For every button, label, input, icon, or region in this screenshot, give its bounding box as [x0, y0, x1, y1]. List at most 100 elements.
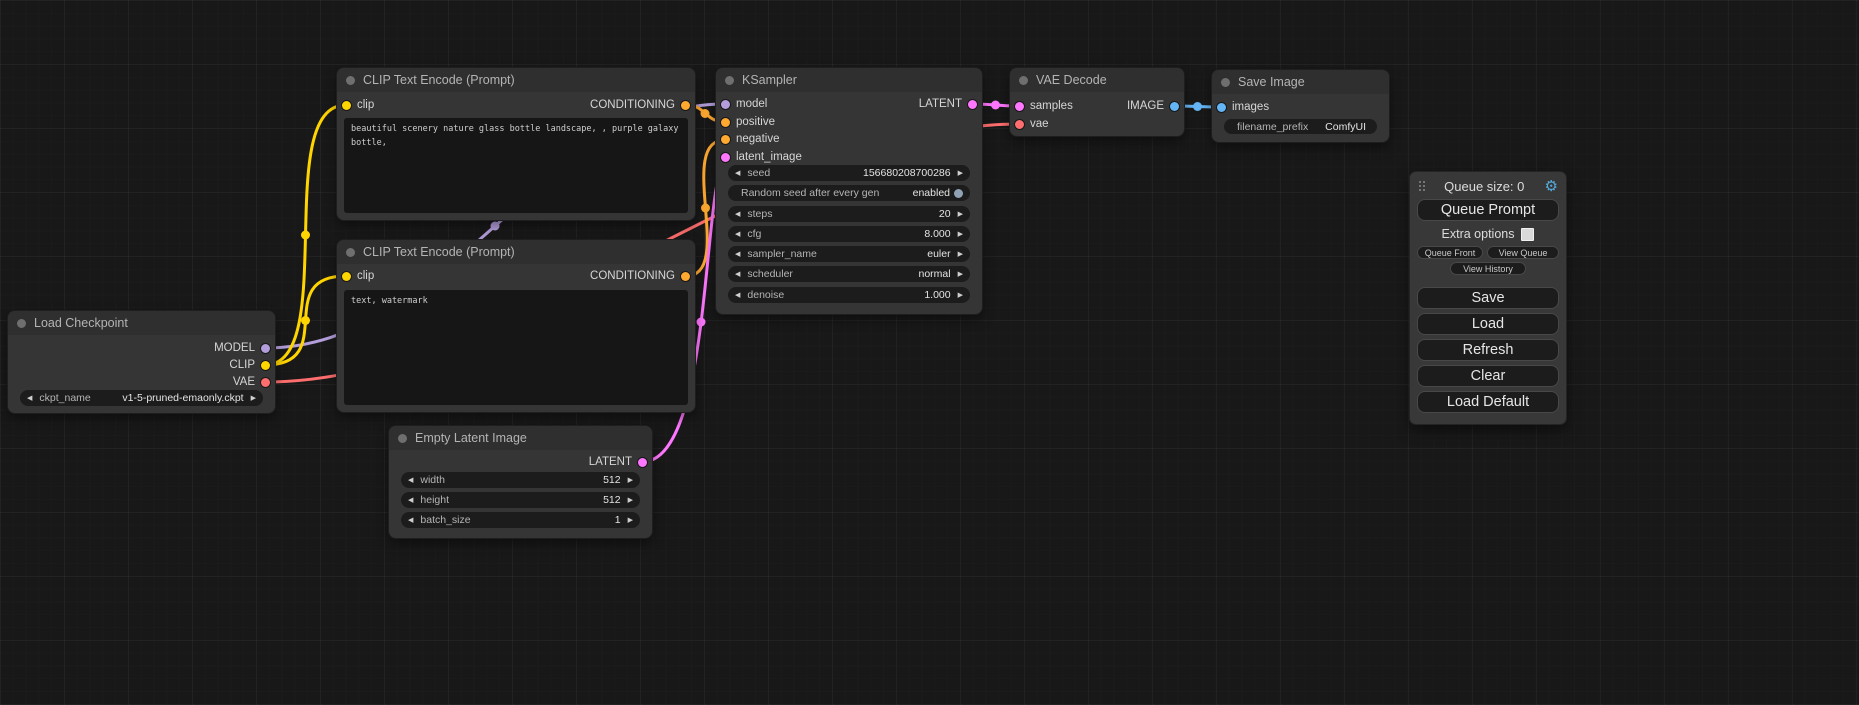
collapse-dot-icon[interactable]	[346, 248, 355, 257]
graph-canvas[interactable]: Load Checkpoint MODEL CLIP VAE ◀ ckpt_na…	[0, 0, 1859, 705]
link-dot-clip-negative[interactable]	[301, 316, 310, 325]
output-slot-vae[interactable]: VAE	[233, 375, 270, 389]
link-dot-image[interactable]	[1193, 102, 1202, 111]
output-dot-image[interactable]	[1170, 102, 1179, 111]
input-dot-positive[interactable]	[721, 118, 730, 127]
node-clip-text-encode-negative[interactable]: CLIP Text Encode (Prompt) clip CONDITION…	[337, 240, 695, 412]
input-dot-samples[interactable]	[1015, 102, 1024, 111]
decrement-arrow-icon[interactable]: ◀	[408, 477, 413, 484]
node-ksampler[interactable]: KSampler model positive negative latent_…	[716, 68, 982, 314]
collapse-dot-icon[interactable]	[725, 76, 734, 85]
clear-button[interactable]: Clear	[1417, 365, 1559, 387]
output-slot-conditioning[interactable]: CONDITIONING	[590, 269, 690, 283]
input-slot-vae[interactable]: vae	[1015, 117, 1049, 131]
decrement-arrow-icon[interactable]: ◀	[735, 271, 740, 278]
widget-sampler-name[interactable]: ◀ sampler_name euler ▶	[728, 246, 970, 262]
widget-filename-prefix[interactable]: filename_prefix ComfyUI	[1224, 119, 1377, 134]
output-slot-model[interactable]: MODEL	[214, 341, 270, 355]
node-title-bar[interactable]: KSampler	[716, 68, 982, 92]
collapse-dot-icon[interactable]	[346, 76, 355, 85]
node-title-bar[interactable]: CLIP Text Encode (Prompt)	[337, 68, 695, 92]
widget-steps[interactable]: ◀ steps 20 ▶	[728, 206, 970, 222]
input-dot-images[interactable]	[1217, 103, 1226, 112]
widget-height[interactable]: ◀ height 512 ▶	[401, 492, 640, 508]
increment-arrow-icon[interactable]: ▶	[958, 211, 963, 218]
output-dot-vae[interactable]	[261, 378, 270, 387]
load-button[interactable]: Load	[1417, 313, 1559, 335]
node-title-bar[interactable]: Load Checkpoint	[8, 311, 275, 335]
node-vae-decode[interactable]: VAE Decode samples vae IMAGE	[1010, 68, 1184, 136]
node-title-bar[interactable]: Empty Latent Image	[389, 426, 652, 450]
collapse-dot-icon[interactable]	[398, 434, 407, 443]
increment-arrow-icon[interactable]: ▶	[958, 170, 963, 177]
link-dot-conditioning-positive[interactable]	[701, 109, 710, 118]
refresh-button[interactable]: Refresh	[1417, 339, 1559, 361]
output-slot-latent[interactable]: LATENT	[919, 97, 977, 111]
decrement-arrow-icon[interactable]: ◀	[735, 231, 740, 238]
view-history-button[interactable]: View History	[1450, 262, 1526, 275]
output-dot-latent[interactable]	[968, 100, 977, 109]
widget-scheduler[interactable]: ◀ scheduler normal ▶	[728, 266, 970, 282]
decrement-arrow-icon[interactable]: ◀	[27, 395, 32, 402]
input-slot-latent-image[interactable]: latent_image	[721, 150, 802, 164]
link-dot-model[interactable]	[491, 222, 500, 231]
decrement-arrow-icon[interactable]: ◀	[735, 251, 740, 258]
output-slot-latent[interactable]: LATENT	[589, 455, 647, 469]
increment-arrow-icon[interactable]: ▶	[628, 477, 633, 484]
decrement-arrow-icon[interactable]: ◀	[735, 170, 740, 177]
prompt-textarea[interactable]: beautiful scenery nature glass bottle la…	[344, 118, 688, 213]
decrement-arrow-icon[interactable]: ◀	[735, 292, 740, 299]
output-slot-image[interactable]: IMAGE	[1127, 99, 1179, 113]
collapse-dot-icon[interactable]	[1019, 76, 1028, 85]
output-dot-model[interactable]	[261, 344, 270, 353]
input-dot-clip[interactable]	[342, 272, 351, 281]
node-title-bar[interactable]: Save Image	[1212, 70, 1389, 94]
view-queue-button[interactable]: View Queue	[1487, 246, 1559, 259]
node-title-bar[interactable]: CLIP Text Encode (Prompt)	[337, 240, 695, 264]
gear-icon[interactable]: ⚙	[1545, 179, 1558, 194]
increment-arrow-icon[interactable]: ▶	[958, 231, 963, 238]
increment-arrow-icon[interactable]: ▶	[958, 271, 963, 278]
node-load-checkpoint[interactable]: Load Checkpoint MODEL CLIP VAE ◀ ckpt_na…	[8, 311, 275, 413]
input-slot-negative[interactable]: negative	[721, 132, 779, 146]
input-slot-positive[interactable]: positive	[721, 115, 775, 129]
collapse-dot-icon[interactable]	[1221, 78, 1230, 87]
input-dot-latent-image[interactable]	[721, 153, 730, 162]
toggle-indicator-icon[interactable]	[954, 189, 963, 198]
decrement-arrow-icon[interactable]: ◀	[408, 517, 413, 524]
input-dot-model[interactable]	[721, 100, 730, 109]
widget-random-seed-toggle[interactable]: Random seed after every gen enabled	[728, 185, 970, 201]
input-slot-model[interactable]: model	[721, 97, 767, 111]
increment-arrow-icon[interactable]: ▶	[251, 395, 256, 402]
input-slot-images[interactable]: images	[1217, 100, 1269, 114]
increment-arrow-icon[interactable]: ▶	[958, 292, 963, 299]
node-empty-latent-image[interactable]: Empty Latent Image LATENT ◀ width 512 ▶ …	[389, 426, 652, 538]
input-slot-clip[interactable]: clip	[342, 269, 374, 283]
output-dot-conditioning[interactable]	[681, 272, 690, 281]
widget-denoise[interactable]: ◀ denoise 1.000 ▶	[728, 287, 970, 303]
output-dot-clip[interactable]	[261, 361, 270, 370]
output-dot-latent[interactable]	[638, 458, 647, 467]
node-title-bar[interactable]: VAE Decode	[1010, 68, 1184, 92]
queue-prompt-button[interactable]: Queue Prompt	[1417, 199, 1559, 221]
increment-arrow-icon[interactable]: ▶	[628, 497, 633, 504]
queue-front-button[interactable]: Queue Front	[1417, 246, 1483, 259]
widget-width[interactable]: ◀ width 512 ▶	[401, 472, 640, 488]
prompt-textarea[interactable]: text, watermark	[344, 290, 688, 405]
extra-options-checkbox[interactable]	[1521, 228, 1534, 241]
input-dot-negative[interactable]	[721, 135, 730, 144]
output-slot-conditioning[interactable]: CONDITIONING	[590, 98, 690, 112]
increment-arrow-icon[interactable]: ▶	[628, 517, 633, 524]
input-dot-clip[interactable]	[342, 101, 351, 110]
link-dot-latent-ksampler[interactable]	[991, 101, 1000, 110]
decrement-arrow-icon[interactable]: ◀	[735, 211, 740, 218]
link-dot-conditioning-negative[interactable]	[701, 204, 710, 213]
widget-batch-size[interactable]: ◀ batch_size 1 ▶	[401, 512, 640, 528]
widget-seed[interactable]: ◀ seed 156680208700286 ▶	[728, 165, 970, 181]
node-save-image[interactable]: Save Image images filename_prefix ComfyU…	[1212, 70, 1389, 142]
load-default-button[interactable]: Load Default	[1417, 391, 1559, 413]
output-dot-conditioning[interactable]	[681, 101, 690, 110]
collapse-dot-icon[interactable]	[17, 319, 26, 328]
save-button[interactable]: Save	[1417, 287, 1559, 309]
link-dot-clip-positive[interactable]	[301, 231, 310, 240]
